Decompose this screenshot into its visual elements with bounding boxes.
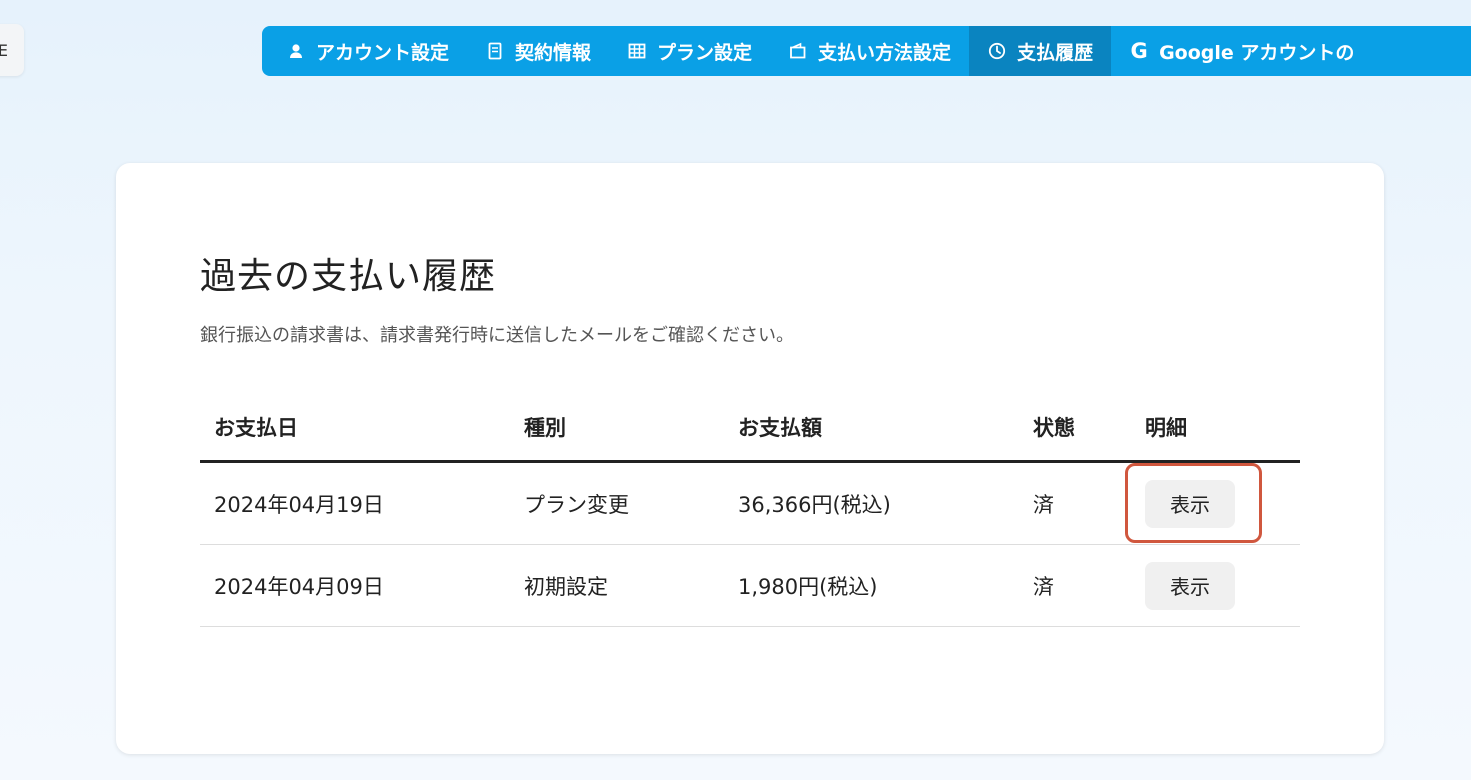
table-header: お支払日 種別 お支払額 状態 明細 — [200, 393, 1300, 463]
page-subtitle: 銀行振込の請求書は、請求書発行時に送信したメールをご確認ください。 — [200, 325, 794, 346]
header-type: 種別 — [524, 415, 566, 440]
settings-nav: アカウント設定 契約情報 プラン設定 支払い方法設定 支払履歴 G Google… — [262, 26, 1471, 76]
view-details-button[interactable]: 表示 — [1145, 479, 1235, 528]
nav-item-label: アカウント設定 — [316, 41, 450, 64]
header-details: 明細 — [1145, 415, 1187, 440]
person-icon — [286, 41, 306, 61]
nav-item-label: Google アカウントの — [1159, 41, 1355, 64]
header-payment-date: お支払日 — [214, 415, 298, 440]
nav-item-label: 支払い方法設定 — [818, 41, 952, 64]
table-row: 2024年04月19日 プラン変更 36,366円(税込) 済 表示 — [200, 463, 1300, 545]
payment-history-card: 過去の支払い履歴 銀行振込の請求書は、請求書発行時に送信したメールをご確認くださ… — [116, 163, 1384, 754]
wallet-icon — [788, 41, 808, 61]
nav-item-label: プラン設定 — [657, 41, 753, 64]
view-details-button[interactable]: 表示 — [1145, 561, 1235, 610]
document-icon — [485, 41, 505, 61]
google-icon: G — [1130, 39, 1148, 63]
cell-type: 初期設定 — [524, 574, 608, 599]
table-row: 2024年04月09日 初期設定 1,980円(税込) 済 表示 — [200, 545, 1300, 627]
cell-date: 2024年04月19日 — [214, 492, 384, 517]
grid-icon — [627, 41, 647, 61]
nav-item-payment-method[interactable]: 支払い方法設定 — [770, 26, 969, 76]
side-tab[interactable]: E — [0, 24, 24, 76]
nav-item-google-account[interactable]: G Google アカウントの — [1111, 26, 1372, 76]
page-title: 過去の支払い履歴 — [200, 256, 497, 297]
cell-status: 済 — [1033, 574, 1054, 599]
cell-amount: 1,980円(税込) — [738, 574, 878, 599]
cell-details: 表示 — [1131, 479, 1300, 528]
nav-item-payment-history[interactable]: 支払履歴 — [969, 26, 1112, 76]
cell-date: 2024年04月09日 — [214, 574, 384, 599]
cell-status: 済 — [1033, 492, 1054, 517]
payment-history-table: お支払日 種別 お支払額 状態 明細 2024年04月19日 プラン変更 36,… — [200, 393, 1300, 627]
nav-item-plan-settings[interactable]: プラン設定 — [609, 26, 770, 76]
nav-item-contract-info[interactable]: 契約情報 — [467, 26, 609, 76]
cell-type: プラン変更 — [524, 492, 629, 517]
cell-amount: 36,366円(税込) — [738, 492, 891, 517]
clock-icon — [987, 41, 1007, 61]
nav-item-label: 契約情報 — [515, 41, 592, 64]
cell-details: 表示 — [1131, 561, 1300, 610]
nav-item-account-settings[interactable]: アカウント設定 — [262, 26, 467, 76]
nav-item-label: 支払履歴 — [1017, 41, 1094, 64]
header-amount: お支払額 — [738, 415, 822, 440]
header-status: 状態 — [1033, 415, 1075, 440]
side-tab-label: E — [0, 40, 8, 60]
